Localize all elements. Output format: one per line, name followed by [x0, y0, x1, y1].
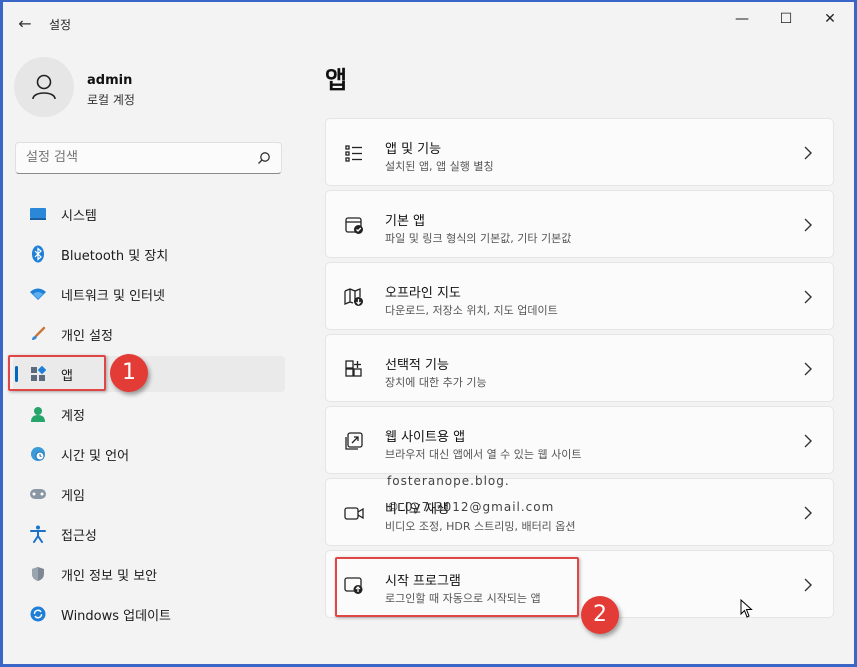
sidebar-item-label: 접근성 [61, 528, 97, 544]
card-optional-features[interactable]: 선택적 기능 장치에 대한 추가 기능 [325, 334, 834, 402]
maximize-button[interactable]: ☐ [764, 6, 808, 32]
step-badge-2: 2 [581, 596, 619, 634]
bluetooth-icon [29, 245, 47, 263]
sidebar-item-system[interactable]: 시스템 [13, 196, 285, 232]
highlight-startup-card [335, 557, 579, 617]
default-apps-icon [345, 217, 363, 234]
accessibility-icon [29, 525, 47, 543]
system-icon [29, 205, 47, 223]
chevron-right-icon [804, 434, 812, 448]
profile-name: admin [87, 73, 133, 88]
sidebar-item-bluetooth[interactable]: Bluetooth 및 장치 [13, 236, 285, 272]
sidebar-item-label: 게임 [61, 488, 85, 504]
sidebar-item-accessibility[interactable]: 접근성 [13, 516, 285, 552]
add-apps-icon [345, 360, 362, 377]
card-subtitle: 파일 및 링크 형식의 기본값, 기타 기본값 [385, 232, 572, 245]
sidebar-nav: 시스템 Bluetooth 및 장치 네트워크 및 인터넷 개인 설정 앱 계정… [13, 196, 285, 636]
card-title: 오프라인 지도 [385, 286, 461, 301]
card-title: 앱 및 기능 [385, 142, 442, 157]
card-subtitle: 설치된 앱, 앱 실행 별칭 [385, 160, 494, 173]
web-app-icon [345, 432, 363, 450]
sidebar-item-label: Windows 업데이트 [61, 608, 172, 624]
card-title: 기본 앱 [385, 214, 426, 229]
map-download-icon [344, 288, 363, 306]
chevron-right-icon [804, 290, 812, 304]
step-badge-1: 1 [110, 354, 148, 392]
card-title: 웹 사이트용 앱 [385, 430, 466, 445]
settings-window: ← 설정 — ☐ ✕ admin 로컬 계정 시스템 [0, 0, 857, 667]
close-button[interactable]: ✕ [808, 6, 852, 32]
title-bar: ← 설정 — ☐ ✕ [3, 2, 854, 46]
card-subtitle: 브라우저 대신 앱에서 열 수 있는 웹 사이트 [385, 448, 582, 461]
back-arrow-icon: ← [18, 14, 32, 33]
sidebar-item-gaming[interactable]: 게임 [13, 476, 285, 512]
card-subtitle: 비디오 조정, HDR 스트리밍, 배터리 옵션 [385, 520, 576, 533]
card-title: 선택적 기능 [385, 358, 449, 373]
card-subtitle: 장치에 대한 추가 기능 [385, 376, 487, 389]
shield-icon [29, 565, 47, 583]
sidebar-item-label: 시스템 [61, 208, 97, 224]
watermark-line-2: © 0y7.3012@gmail.com [387, 500, 555, 514]
brush-icon [29, 325, 47, 343]
search-input[interactable] [26, 150, 246, 165]
back-button[interactable]: ← [13, 12, 37, 36]
sidebar-item-label: 개인 설정 [61, 328, 113, 344]
mouse-cursor-icon [740, 599, 753, 618]
card-apps-features[interactable]: 앱 및 기능 설치된 앱, 앱 실행 별칭 [325, 118, 834, 186]
sidebar-item-network[interactable]: 네트워크 및 인터넷 [13, 276, 285, 312]
sidebar-item-time-language[interactable]: 시간 및 언어 [13, 436, 285, 472]
user-icon [32, 74, 56, 100]
avatar[interactable] [14, 57, 74, 117]
search-box[interactable] [15, 142, 282, 174]
search-icon[interactable] [257, 151, 271, 165]
watermark-line-1: fosteranope.blog. [387, 474, 510, 488]
video-icon [344, 507, 364, 520]
card-subtitle: 다운로드, 저장소 위치, 지도 업데이트 [385, 304, 558, 317]
sidebar-item-label: 네트워크 및 인터넷 [61, 288, 165, 304]
list-icon [345, 145, 362, 162]
sidebar-item-label: 계정 [61, 408, 85, 424]
chevron-right-icon [804, 362, 812, 376]
minimize-button[interactable]: — [720, 6, 764, 32]
chevron-right-icon [804, 578, 812, 592]
sidebar-item-accounts[interactable]: 계정 [13, 396, 285, 432]
sidebar-item-label: Bluetooth 및 장치 [61, 248, 169, 264]
wifi-icon [29, 285, 47, 303]
profile-account-type: 로컬 계정 [87, 93, 135, 107]
chevron-right-icon [804, 218, 812, 232]
page-title: 앱 [325, 66, 348, 94]
settings-cards: 앱 및 기능 설치된 앱, 앱 실행 별칭 기본 앱 파일 및 링크 형식의 기… [325, 118, 834, 622]
window-title: 설정 [49, 18, 72, 32]
gamepad-icon [29, 485, 47, 503]
card-apps-for-websites[interactable]: 웹 사이트용 앱 브라우저 대신 앱에서 열 수 있는 웹 사이트 [325, 406, 834, 474]
sidebar-item-label: 개인 정보 및 보안 [61, 568, 158, 584]
chevron-right-icon [804, 146, 812, 160]
chevron-right-icon [804, 506, 812, 520]
card-offline-maps[interactable]: 오프라인 지도 다운로드, 저장소 위치, 지도 업데이트 [325, 262, 834, 330]
sidebar-item-privacy[interactable]: 개인 정보 및 보안 [13, 556, 285, 592]
sidebar-item-label: 시간 및 언어 [61, 448, 130, 464]
card-default-apps[interactable]: 기본 앱 파일 및 링크 형식의 기본값, 기타 기본값 [325, 190, 834, 258]
person-icon [29, 405, 47, 423]
globe-clock-icon [29, 445, 47, 463]
sidebar-item-personalization[interactable]: 개인 설정 [13, 316, 285, 352]
update-icon [29, 605, 47, 623]
highlight-apps-nav [8, 355, 106, 391]
sidebar-item-windows-update[interactable]: Windows 업데이트 [13, 596, 285, 632]
